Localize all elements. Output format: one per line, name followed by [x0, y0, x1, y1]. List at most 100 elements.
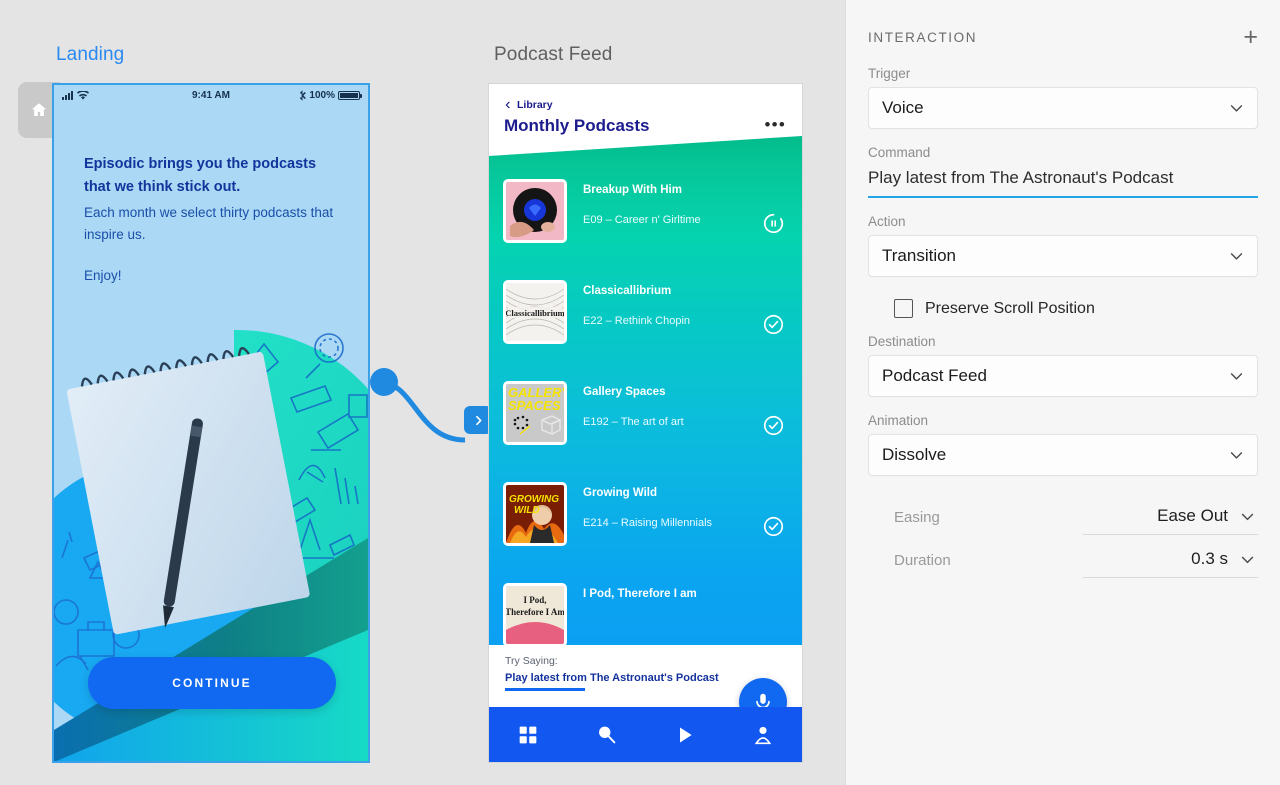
list-item[interactable]: Classicallibrium Classicallibrium E22 – …: [489, 280, 802, 381]
artboard-landing[interactable]: 9:41 AM 100% Episodic brings you the pod…: [52, 83, 370, 763]
svg-text:Therefore I Am: Therefore I Am: [506, 607, 564, 617]
action-field: Action Transition: [868, 214, 1258, 277]
animation-value: Dissolve: [882, 445, 947, 464]
landing-headline: Episodic brings you the podcasts that we…: [84, 156, 317, 196]
tab-play[interactable]: [646, 725, 724, 745]
panel-header: INTERACTION +: [846, 0, 1280, 50]
list-item[interactable]: GALLERY SPACES Gallery Spaces E192 – The…: [489, 381, 802, 482]
classicallibrium-cover: Classicallibrium: [503, 280, 567, 344]
check-circle-icon[interactable]: [763, 415, 784, 436]
connector-start-handle[interactable]: [370, 368, 398, 396]
chevron-down-icon: [1239, 508, 1256, 525]
svg-text:I Pod,: I Pod,: [523, 595, 546, 605]
easing-value: Ease Out: [1157, 506, 1228, 525]
list-item-episode: E22 – Rethink Chopin: [583, 314, 691, 327]
list-item-title: Growing Wild: [583, 487, 657, 499]
try-saying-command: Play latest from The Astronaut's Podcast: [505, 672, 719, 684]
interaction-panel: INTERACTION + Trigger Voice Command Play…: [845, 0, 1280, 785]
action-select[interactable]: Transition: [868, 235, 1258, 277]
plus-icon[interactable]: +: [1243, 25, 1258, 50]
chevron-right-icon: [472, 414, 485, 427]
battery-full-icon: [338, 90, 362, 100]
pause-progress-icon[interactable]: [763, 213, 784, 234]
preserve-scroll-position-checkbox[interactable]: Preserve Scroll Position: [868, 293, 1258, 324]
svg-text:SPACES: SPACES: [508, 398, 561, 413]
destination-field: Destination Podcast Feed: [868, 334, 1258, 397]
bottom-tab-bar[interactable]: [489, 707, 802, 762]
panel-title: INTERACTION: [868, 29, 978, 45]
list-item[interactable]: Breakup With Him E09 – Career n' Girltim…: [489, 179, 802, 280]
i-pod-therefore-i-am-cover: I Pod, Therefore I Am: [503, 583, 567, 647]
artboard-label-landing[interactable]: Landing: [56, 44, 124, 66]
chevron-down-icon: [1239, 551, 1256, 568]
chevron-down-icon: [1228, 447, 1245, 464]
check-circle-icon[interactable]: [763, 516, 784, 537]
play-icon: [675, 725, 695, 745]
trigger-select[interactable]: Voice: [868, 87, 1258, 129]
destination-select[interactable]: Podcast Feed: [868, 355, 1258, 397]
duration-label: Duration: [894, 552, 951, 569]
artboard-label-podcast-feed[interactable]: Podcast Feed: [494, 44, 612, 66]
landing-screen: 9:41 AM 100% Episodic brings you the pod…: [54, 85, 368, 761]
destination-label: Destination: [868, 334, 936, 349]
continue-button[interactable]: CONTINUE: [88, 657, 336, 709]
checkbox-box[interactable]: [894, 299, 913, 318]
podcast-feed-screen: Library Monthly Podcasts ••• Breakup Wit…: [489, 84, 802, 762]
status-bar-time: 9:41 AM: [192, 89, 230, 101]
more-horizontal-icon[interactable]: •••: [765, 116, 786, 133]
easing-label: Easing: [894, 509, 940, 526]
trigger-field: Trigger Voice: [868, 66, 1258, 129]
list-item[interactable]: GROWING WILD Growing Wild E214 – Raising…: [489, 482, 802, 583]
tab-profile[interactable]: [724, 725, 802, 745]
command-input[interactable]: Play latest from The Astronaut's Podcast: [868, 166, 1258, 198]
landing-closing: Enjoy!: [84, 267, 122, 283]
feed-page-title: Monthly Podcasts: [504, 116, 650, 135]
svg-text:GROWING: GROWING: [509, 494, 559, 505]
search-icon: [596, 724, 617, 745]
command-field: Command Play latest from The Astronaut's…: [868, 145, 1258, 198]
list-item-episode: E09 – Career n' Girltime: [583, 213, 701, 226]
list-item-episode: E214 – Raising Millennials: [583, 516, 713, 529]
chevron-down-icon: [1228, 248, 1245, 265]
duration-field: Duration 0.3 s: [868, 535, 1258, 578]
list-item-title: Classicallibrium: [583, 285, 672, 297]
svg-text:Classicallibrium: Classicallibrium: [506, 308, 564, 318]
check-circle-icon[interactable]: [763, 314, 784, 335]
chevron-down-icon: [1228, 100, 1245, 117]
panel-body: Trigger Voice Command Play latest from T…: [846, 46, 1280, 578]
easing-field: Easing Ease Out: [868, 492, 1258, 535]
trigger-label: Trigger: [868, 66, 911, 81]
svg-text:WILD: WILD: [514, 505, 540, 516]
list-item-episode: E192 – The art of art: [583, 415, 684, 428]
tab-grid[interactable]: [489, 725, 567, 745]
design-canvas[interactable]: Landing Podcast Feed 9:41 AM 100% Episod…: [0, 0, 845, 785]
animation-field: Animation Dissolve: [868, 413, 1258, 476]
gallery-spaces-cover: GALLERY SPACES: [503, 381, 567, 445]
try-saying-underline: [505, 688, 585, 691]
landing-copy-block: Episodic brings you the podcasts that we…: [54, 105, 368, 283]
back-to-library-button[interactable]: Library: [504, 99, 553, 111]
breakup-with-him-cover: [503, 179, 567, 243]
action-label: Action: [868, 214, 906, 229]
status-bar: 9:41 AM 100%: [54, 85, 368, 105]
grid-icon: [518, 725, 538, 745]
list-item-title: Gallery Spaces: [583, 386, 666, 398]
list-item-title: I Pod, Therefore I am: [583, 588, 697, 600]
animation-select[interactable]: Dissolve: [868, 434, 1258, 476]
list-item-title: Breakup With Him: [583, 184, 682, 196]
landing-subtext: Each month we select thirty podcasts tha…: [84, 204, 334, 243]
easing-select[interactable]: Ease Out: [1083, 506, 1258, 535]
destination-value: Podcast Feed: [882, 366, 987, 385]
animation-label: Animation: [868, 413, 929, 428]
chevron-left-icon: [504, 99, 512, 111]
chevron-down-icon: [1228, 368, 1245, 385]
tab-search[interactable]: [567, 724, 645, 745]
command-label: Command: [868, 145, 931, 160]
podcast-list[interactable]: Breakup With Him E09 – Career n' Girltim…: [489, 179, 802, 707]
trigger-value: Voice: [882, 98, 924, 117]
duration-value: 0.3 s: [1191, 549, 1228, 568]
duration-select[interactable]: 0.3 s: [1083, 549, 1258, 578]
home-icon: [30, 101, 48, 119]
artboard-podcast-feed[interactable]: Library Monthly Podcasts ••• Breakup Wit…: [488, 83, 803, 763]
action-value: Transition: [882, 246, 957, 265]
